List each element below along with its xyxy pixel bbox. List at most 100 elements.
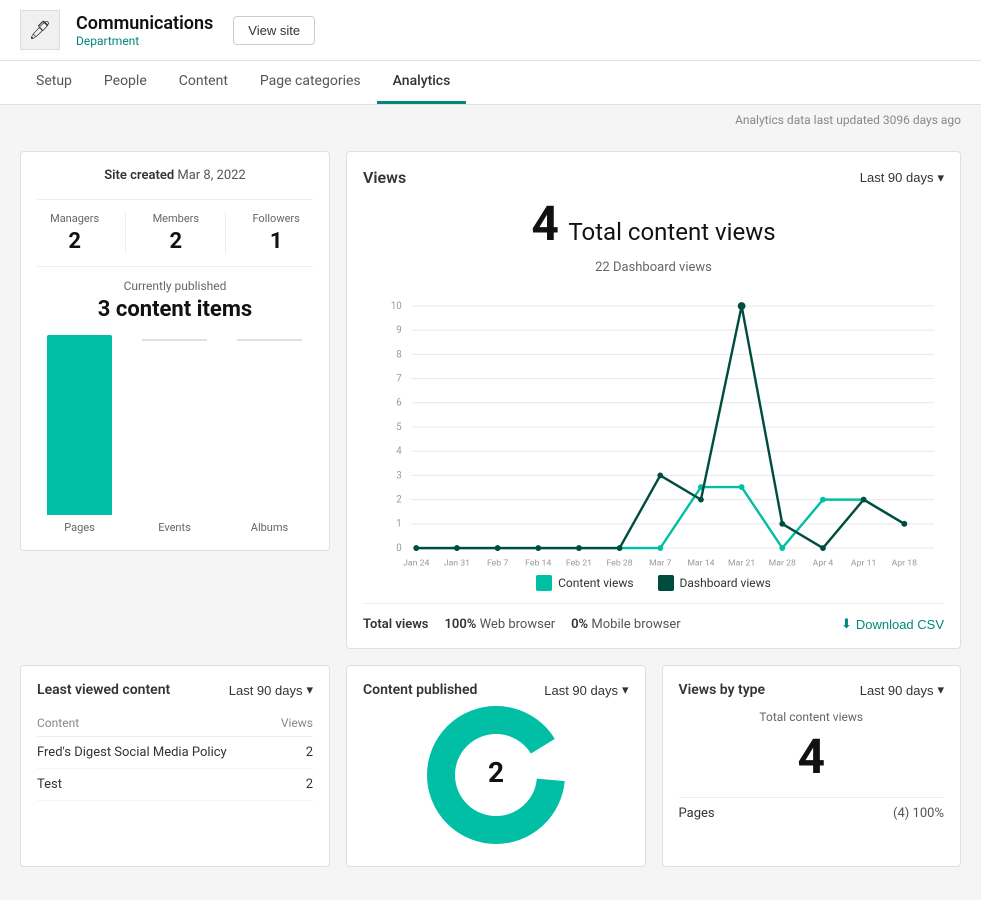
- line-chart-container: 0 1 2 3 4 5 6 7 8 9 10 Jan 24: [363, 287, 944, 567]
- line-chart-svg: 0 1 2 3 4 5 6 7 8 9 10 Jan 24: [363, 287, 944, 567]
- site-type: Department: [76, 34, 213, 48]
- nav-setup[interactable]: Setup: [20, 61, 88, 104]
- col-content-label: Content: [37, 716, 79, 730]
- members-stat: Members 2: [153, 212, 200, 254]
- views-by-type-period-selector[interactable]: Last 90 days ▾: [860, 682, 944, 698]
- donut-chart-container: 2: [363, 710, 629, 850]
- svg-text:Jan 31: Jan 31: [444, 558, 470, 567]
- legend-content-color: [536, 575, 552, 591]
- views-by-type-header: Views by type Last 90 days ▾: [679, 682, 945, 698]
- vbt-number: 4: [679, 728, 945, 785]
- views-card: Views Last 90 days ▾ 4 Total content vie…: [346, 151, 961, 649]
- svg-text:Mar 21: Mar 21: [728, 558, 755, 567]
- analytics-update-text: Analytics data last updated 3096 days ag…: [735, 113, 961, 127]
- svg-text:10: 10: [391, 301, 402, 312]
- svg-text:9: 9: [396, 325, 401, 336]
- site-created: Site created Mar 8, 2022: [37, 168, 313, 183]
- svg-text:5: 5: [396, 422, 402, 433]
- chart-legend: Content views Dashboard views: [363, 575, 944, 591]
- svg-text:Mar 7: Mar 7: [649, 558, 671, 567]
- table-row: Fred's Digest Social Media Policy 2: [37, 737, 313, 769]
- views-big-number: 4: [531, 195, 559, 252]
- content-published-title: Content published: [363, 682, 477, 698]
- download-label: Download CSV: [856, 617, 944, 632]
- site-stats-card: Site created Mar 8, 2022 Managers 2 Memb…: [20, 151, 330, 551]
- bar-albums-fill: [237, 339, 302, 341]
- mobile-browser-stat: 0% Mobile browser: [571, 617, 681, 632]
- least-viewed-period: Last 90 days: [229, 683, 303, 698]
- donut-chart-svg: 2: [386, 700, 606, 860]
- managers-value: 2: [50, 229, 99, 254]
- views-period-selector[interactable]: Last 90 days ▾: [860, 170, 944, 186]
- svg-text:1: 1: [396, 519, 401, 530]
- nav-content[interactable]: Content: [163, 61, 244, 104]
- nav-page-categories[interactable]: Page categories: [244, 61, 377, 104]
- stat-divider-2: [225, 212, 226, 254]
- svg-text:Mar 28: Mar 28: [769, 558, 796, 567]
- row-1: Site created Mar 8, 2022 Managers 2 Memb…: [20, 151, 961, 649]
- managers-label: Managers: [50, 212, 99, 225]
- svg-text:Feb 21: Feb 21: [566, 558, 592, 567]
- bar-pages-fill: [47, 335, 112, 515]
- left-panel: Site created Mar 8, 2022 Managers 2 Memb…: [20, 151, 330, 649]
- legend-dashboard-label: Dashboard views: [680, 576, 771, 590]
- stats-row: Managers 2 Members 2 Followers 1: [37, 199, 313, 267]
- svg-text:Apr 11: Apr 11: [851, 558, 876, 567]
- views-big-label: Total content views: [568, 218, 775, 246]
- analytics-info: Analytics data last updated 3096 days ag…: [0, 105, 981, 135]
- views-sub: 22 Dashboard views: [363, 260, 944, 275]
- least-viewed-period-selector[interactable]: Last 90 days ▾: [229, 682, 313, 698]
- svg-text:Feb 7: Feb 7: [487, 558, 508, 567]
- content-published-period: Last 90 days: [544, 683, 618, 698]
- site-created-date: Mar 8, 2022: [177, 168, 245, 183]
- content-bar-chart: Pages Events Albums: [37, 334, 313, 534]
- views-period-label: Last 90 days: [860, 170, 934, 185]
- nav-analytics[interactable]: Analytics: [377, 61, 467, 104]
- mobile-label: Mobile browser: [591, 617, 680, 632]
- svg-text:Apr 4: Apr 4: [813, 558, 834, 567]
- vbt-pages-value: (4) 100%: [893, 806, 944, 821]
- members-value: 2: [153, 229, 200, 254]
- web-label: Web browser: [480, 617, 556, 632]
- right-panel: Views Last 90 days ▾ 4 Total content vie…: [346, 151, 961, 649]
- views-by-type-title: Views by type: [679, 682, 766, 698]
- views-by-type-card: Views by type Last 90 days ▾ Total conte…: [662, 665, 962, 867]
- svg-text:7: 7: [396, 373, 402, 384]
- published-label: Currently published: [37, 279, 313, 293]
- main-content: Site created Mar 8, 2022 Managers 2 Memb…: [0, 135, 981, 883]
- chevron-down-icon-4: ▾: [937, 682, 944, 698]
- bar-albums-label: Albums: [251, 521, 288, 534]
- svg-text:Mar 14: Mar 14: [687, 558, 714, 567]
- download-csv-button[interactable]: ⬇ Download CSV: [841, 616, 944, 632]
- nav-people[interactable]: People: [88, 61, 163, 104]
- site-created-label: Site created: [104, 168, 174, 183]
- download-icon: ⬇: [841, 616, 852, 632]
- svg-text:0: 0: [396, 543, 401, 554]
- bar-events: Events: [142, 339, 207, 534]
- col-views-label: Views: [281, 716, 313, 730]
- nav-bar: Setup People Content Page categories Ana…: [0, 61, 981, 105]
- least-viewed-header: Least viewed content Last 90 days ▾: [37, 682, 313, 698]
- bar-pages: Pages: [47, 335, 112, 534]
- least-viewed-table-header: Content Views: [37, 710, 313, 737]
- followers-label: Followers: [252, 212, 299, 225]
- published-count: 3 content items: [37, 297, 313, 322]
- members-label: Members: [153, 212, 200, 225]
- views-title: Views: [363, 168, 406, 187]
- bar-pages-label: Pages: [64, 521, 95, 534]
- vbt-pages-row: Pages (4) 100%: [679, 797, 945, 829]
- total-views-label: Total views: [363, 617, 428, 632]
- followers-value: 1: [252, 229, 299, 254]
- svg-text:6: 6: [396, 398, 401, 409]
- svg-text:3: 3: [396, 470, 401, 481]
- view-site-button[interactable]: View site: [233, 16, 315, 45]
- views-header: Views Last 90 days ▾: [363, 168, 944, 187]
- site-logo: 🖊: [20, 10, 60, 50]
- managers-stat: Managers 2: [50, 212, 99, 254]
- site-info: Communications Department: [76, 13, 213, 48]
- content-published-period-selector[interactable]: Last 90 days ▾: [544, 682, 628, 698]
- row-2-name: Test: [37, 777, 62, 792]
- legend-dashboard-color: [658, 575, 674, 591]
- content-published-card: Content published Last 90 days ▾ 2: [346, 665, 646, 867]
- bar-events-fill: [142, 339, 207, 341]
